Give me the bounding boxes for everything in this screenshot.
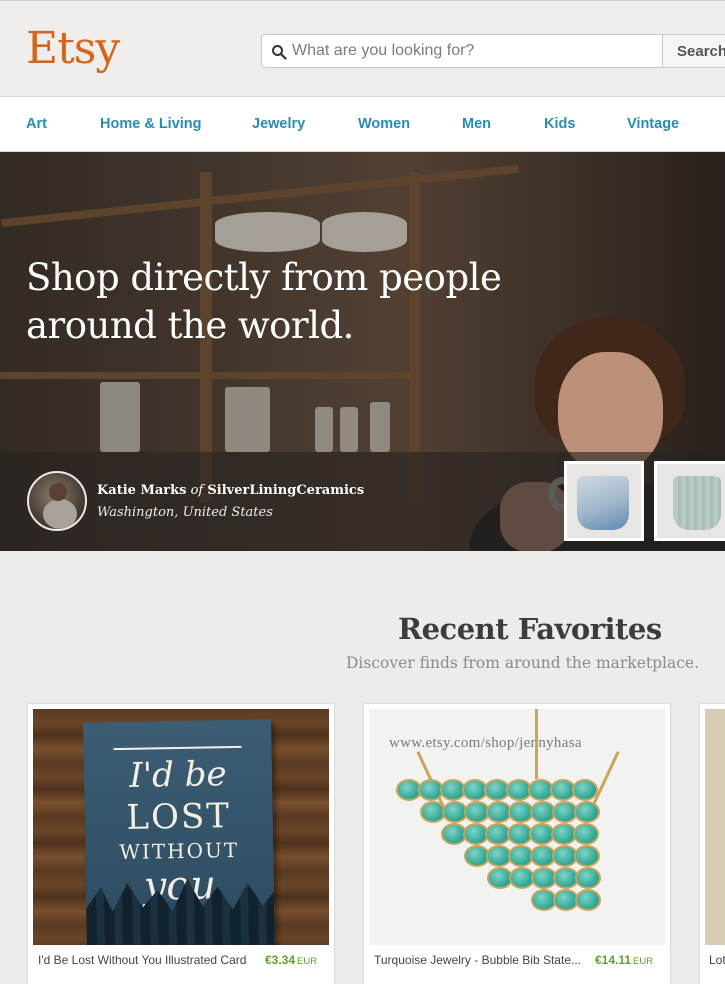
- nav-item-jewelry[interactable]: Jewelry: [252, 116, 305, 132]
- price-currency: EUR: [633, 956, 654, 967]
- print-line-3: WITHOUT: [119, 837, 240, 865]
- seller-name[interactable]: Katie Marks: [97, 483, 186, 498]
- price-currency: EUR: [297, 956, 318, 967]
- hero-title: Shop directly from people around the wor…: [26, 256, 502, 347]
- seller-connector: of: [190, 483, 204, 498]
- listing-card[interactable]: Lot: [699, 703, 725, 984]
- nav-item-kids[interactable]: Kids: [544, 116, 575, 132]
- bead-shape: [573, 823, 599, 845]
- bead-shape: [574, 801, 600, 823]
- nav-item-home-living[interactable]: Home & Living: [100, 116, 202, 132]
- listing-image[interactable]: [705, 709, 725, 945]
- card-print-art: I'd be LOST WITHOUT you: [83, 719, 275, 945]
- search-button[interactable]: Search: [662, 34, 725, 68]
- seller-credit: Katie Marks of SilverLiningCeramics: [97, 483, 364, 498]
- site-header: Etsy Search: [0, 0, 725, 96]
- print-line-1: I'd be: [128, 754, 227, 796]
- nav-item-men[interactable]: Men: [462, 116, 491, 132]
- print-line-2: LOST: [126, 796, 232, 838]
- etsy-logo[interactable]: Etsy: [26, 23, 120, 74]
- bead-shape: [575, 867, 601, 889]
- category-nav: Art Home & Living Jewelry Women Men Kids…: [0, 96, 725, 152]
- hero-thumbnail-sage-cup[interactable]: [654, 461, 725, 541]
- chain-shape: [591, 751, 620, 807]
- bead-shape: [575, 889, 601, 911]
- recent-favorites-title: Recent Favorites: [398, 612, 662, 646]
- price-amount: €14.11: [595, 953, 632, 967]
- hero-banner: Shop directly from people around the wor…: [0, 152, 725, 551]
- search-icon: [272, 45, 287, 60]
- search-field[interactable]: [261, 34, 663, 68]
- image-watermark: www.etsy.com/shop/jennyhasa: [389, 735, 582, 751]
- search-bar: Search: [261, 34, 725, 68]
- price-amount: €3.34: [265, 953, 296, 967]
- listing-title[interactable]: Turquoise Jewelry - Bubble Bib State...: [374, 953, 586, 967]
- listing-image[interactable]: www.etsy.com/shop/jennyhasa: [369, 709, 665, 945]
- listing-image[interactable]: I'd be LOST WITHOUT you: [33, 709, 329, 945]
- bead-shape: [572, 779, 598, 801]
- seller-location: Washington, United States: [97, 505, 273, 520]
- hero-thumbnail-blue-mug[interactable]: [564, 461, 644, 541]
- search-input[interactable]: [292, 39, 652, 63]
- seller-avatar[interactable]: [27, 471, 87, 531]
- listing-title[interactable]: Lot: [709, 953, 725, 967]
- nav-item-women[interactable]: Women: [358, 116, 410, 132]
- seller-shop-link[interactable]: SilverLiningCeramics: [207, 483, 364, 498]
- recent-favorites-subtitle: Discover finds from around the marketpla…: [346, 654, 699, 672]
- listing-price: €3.34 EUR: [265, 953, 317, 967]
- chain-shape: [535, 709, 538, 779]
- listing-title[interactable]: I'd Be Lost Without You Illustrated Card: [38, 953, 258, 967]
- nav-item-vintage[interactable]: Vintage: [627, 116, 679, 132]
- listing-price: €14.11 EUR: [595, 953, 653, 967]
- arrow-right-icon: [113, 745, 242, 751]
- nav-item-art[interactable]: Art: [26, 116, 47, 132]
- listing-card[interactable]: I'd be LOST WITHOUT you I'd Be Lost With…: [27, 703, 335, 984]
- listing-card[interactable]: www.etsy.com/shop/jennyhasa Turquoise Je…: [363, 703, 671, 984]
- bead-shape: [574, 845, 600, 867]
